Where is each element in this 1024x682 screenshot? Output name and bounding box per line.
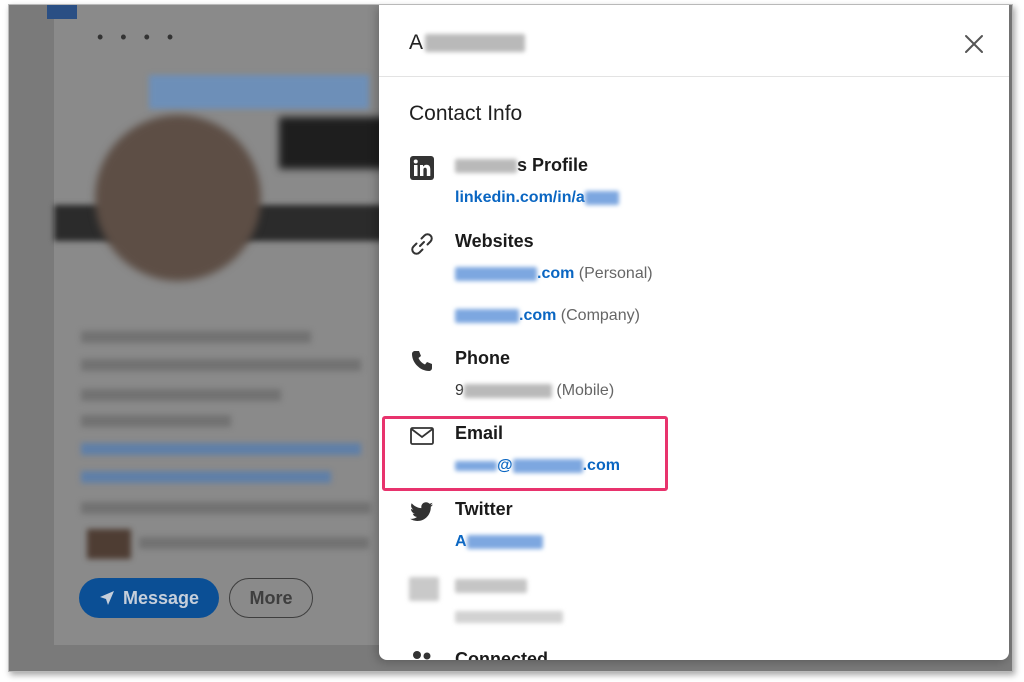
contact-link-blurred (81, 443, 361, 455)
phone-value-visible: 9 (455, 382, 464, 399)
linkedin-icon (410, 156, 434, 180)
message-button[interactable]: Message (79, 578, 219, 618)
redacted-section (409, 575, 969, 631)
more-button-label: More (249, 587, 293, 608)
more-button[interactable]: More (229, 578, 313, 618)
contact-info-modal: A Contact Info s Profile linkedin.com/in… (379, 5, 1009, 660)
profile-section: s Profile linkedin.com/in/a (409, 155, 969, 215)
banner-graphic-blurred (279, 117, 389, 169)
modal-title-redacted (425, 34, 526, 53)
website-company-type: (Company) (560, 307, 640, 324)
phone-type: (Mobile) (556, 382, 615, 399)
mutual-avatar-blurred (87, 529, 131, 559)
modal-header: A (379, 5, 1009, 77)
more-dots-icon: • • • • (97, 27, 180, 47)
website-company[interactable]: .com (Company) (455, 307, 640, 325)
phone-section: Phone 9 (Mobile) (409, 348, 969, 408)
redacted-label (455, 579, 527, 593)
redacted-value (455, 611, 563, 623)
website-company-suffix: .com (519, 307, 557, 324)
phone-value: 9 (Mobile) (455, 382, 614, 400)
redacted-icon (409, 577, 439, 601)
website-personal-redacted (455, 266, 537, 281)
people-icon (413, 651, 431, 660)
email-highlight-box (382, 416, 668, 491)
profile-label-text: s Profile (517, 155, 589, 175)
send-icon (99, 591, 114, 605)
twitter-section: Twitter A (409, 499, 969, 559)
profile-link-redacted (584, 190, 619, 205)
website-company-redacted (455, 308, 519, 323)
modal-title-visible-text: A (409, 31, 424, 54)
twitter-label: Twitter (455, 499, 513, 519)
mutual-text-blurred (139, 537, 369, 549)
website-personal-type: (Personal) (578, 265, 653, 282)
headline-blurred (81, 359, 361, 371)
linkedin-logo-icon (47, 5, 77, 19)
modal-title: A (409, 31, 526, 55)
profile-link[interactable]: linkedin.com/in/a (455, 189, 619, 207)
name-blurred (81, 331, 311, 343)
phone-icon (412, 351, 432, 371)
banner-text-blurred (149, 75, 369, 109)
twitter-link[interactable]: A (455, 533, 543, 551)
websites-section: Websites .com (Personal) .com (Company) (409, 231, 969, 341)
connected-label: Connected (455, 649, 549, 660)
profile-name-redacted (455, 159, 517, 174)
twitter-icon (410, 502, 433, 521)
websites-label: Websites (455, 231, 534, 251)
phone-label: Phone (455, 348, 511, 368)
link-icon (411, 233, 433, 255)
website-personal-suffix: .com (537, 265, 575, 282)
phone-number-redacted (463, 383, 552, 398)
close-icon[interactable] (963, 33, 985, 55)
twitter-handle-redacted (466, 534, 543, 549)
connected-section: Connected (409, 649, 969, 660)
profile-avatar-blurred (95, 115, 261, 281)
location-blurred (81, 415, 231, 427)
contact-info-heading: Contact Info (409, 102, 523, 125)
message-button-label: Message (122, 587, 200, 608)
profile-link-text: linkedin.com/in/a (455, 189, 585, 206)
twitter-handle-visible: A (455, 533, 467, 550)
profile-label: s Profile (455, 155, 588, 176)
headline-blurred (81, 389, 281, 401)
screenshot-frame: • • • • Message More A Contact Info s Pr… (8, 4, 1013, 672)
website-link-blurred (81, 471, 331, 483)
website-personal[interactable]: .com (Personal) (455, 265, 653, 283)
connections-blurred (81, 502, 371, 514)
